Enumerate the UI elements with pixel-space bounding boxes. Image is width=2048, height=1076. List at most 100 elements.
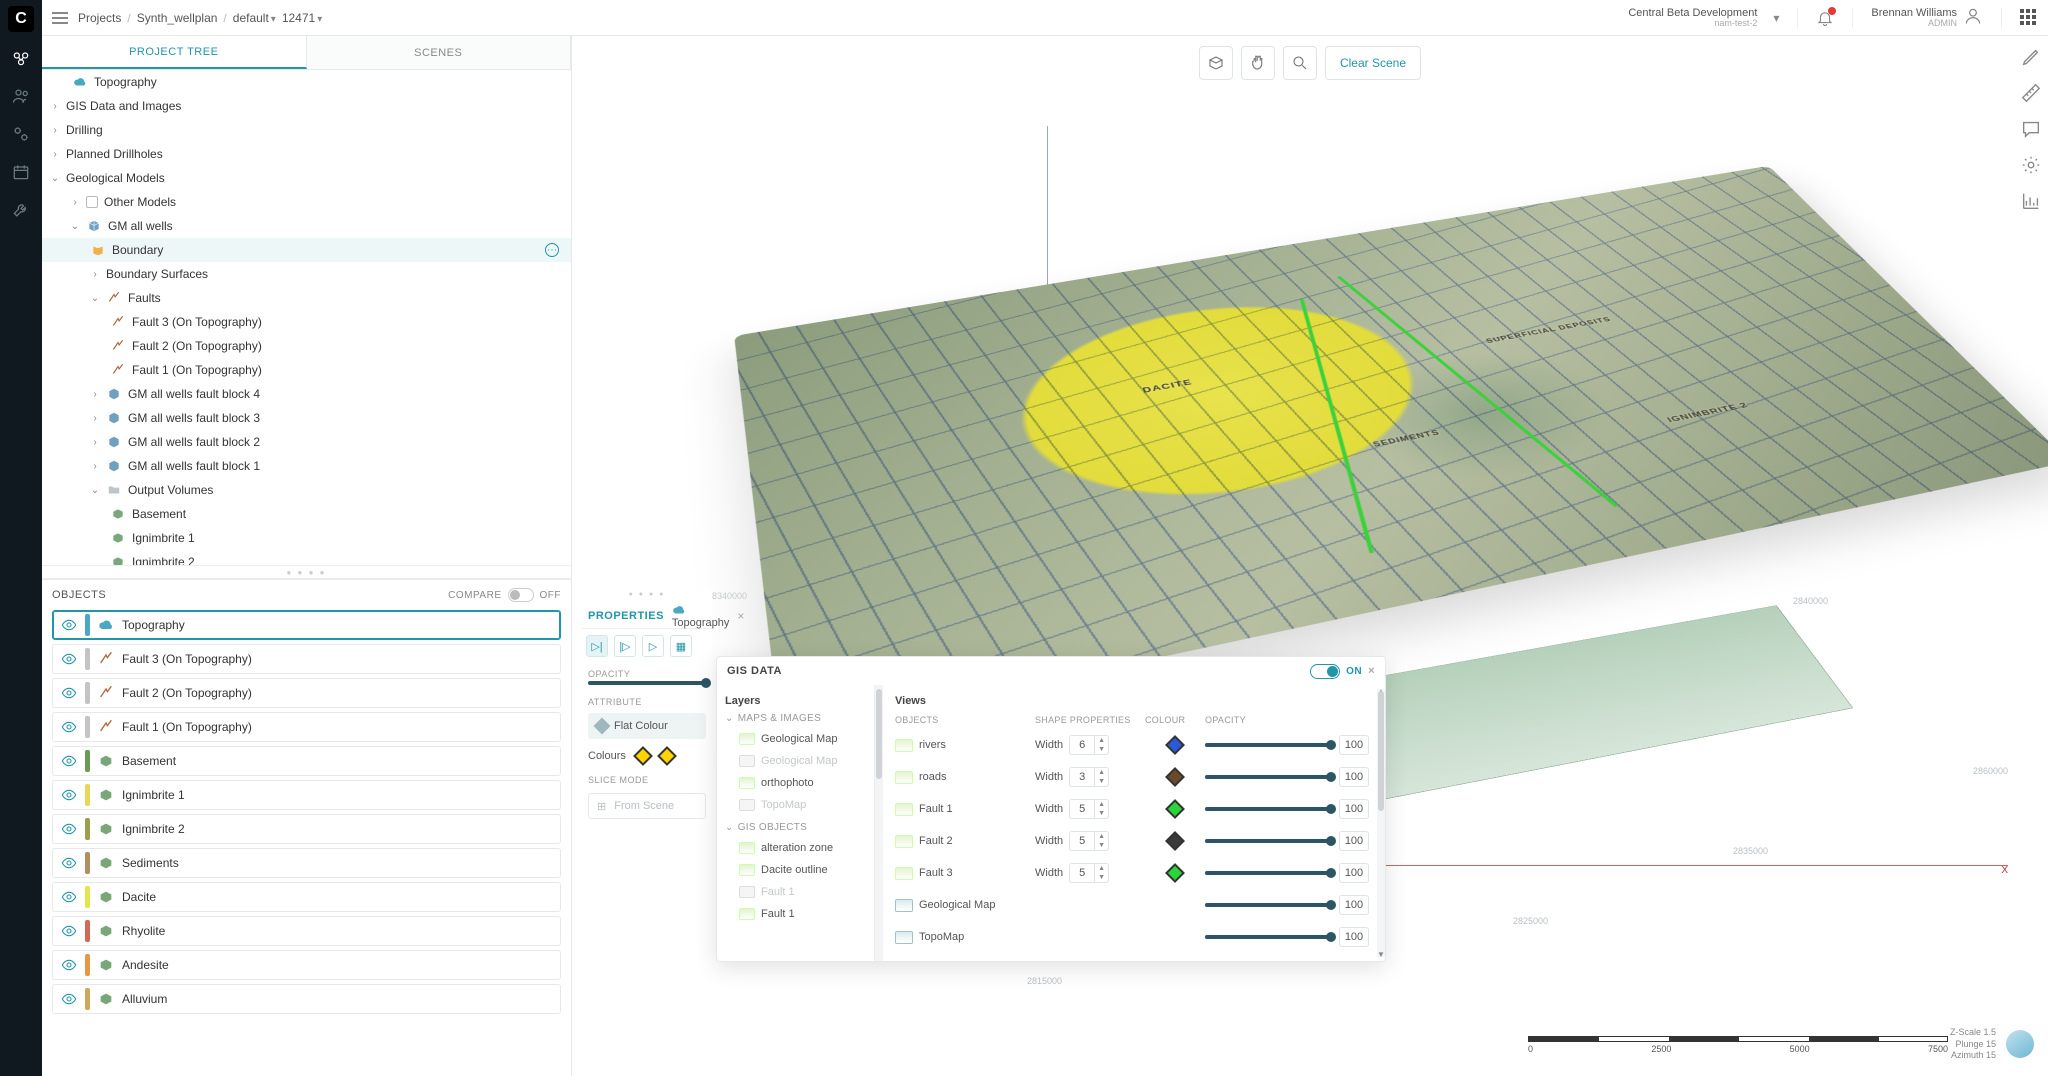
visibility-eye-icon[interactable]	[61, 685, 77, 701]
object-row[interactable]: Basement	[52, 746, 561, 776]
breadcrumb-project[interactable]: Synth_wellplan	[137, 11, 218, 25]
opacity-slider[interactable]	[1205, 743, 1331, 747]
tool-settings-icon[interactable]	[2020, 154, 2042, 176]
tree-drilling[interactable]: ›Drilling	[42, 118, 571, 142]
view-search-icon[interactable]	[1283, 46, 1317, 80]
width-spinner[interactable]: 5▲▼	[1069, 863, 1109, 883]
visibility-eye-icon[interactable]	[61, 617, 77, 633]
tree-fb4[interactable]: ›GM all wells fault block 4	[42, 382, 571, 406]
layers-scrollbar[interactable]	[875, 685, 883, 961]
tree-planned[interactable]: ›Planned Drillholes	[42, 142, 571, 166]
tool-pen-icon[interactable]	[2020, 46, 2042, 68]
tree-fb3[interactable]: ›GM all wells fault block 3	[42, 406, 571, 430]
object-row[interactable]: Fault 2 (On Topography)	[52, 678, 561, 708]
tree-boundary[interactable]: Boundary⋯	[42, 238, 571, 262]
spin-up-icon[interactable]: ▲	[1095, 736, 1108, 745]
width-spinner[interactable]: 3▲▼	[1069, 767, 1109, 787]
nav-project-icon[interactable]	[9, 46, 33, 70]
visibility-eye-icon[interactable]	[61, 991, 77, 1007]
visibility-eye-icon[interactable]	[61, 821, 77, 837]
nav-wrench-icon[interactable]	[9, 198, 33, 222]
spin-down-icon[interactable]: ▼	[1095, 777, 1108, 786]
object-row[interactable]: Ignimbrite 1	[52, 780, 561, 810]
view-pan-icon[interactable]	[1241, 46, 1275, 80]
slice-from-scene-button[interactable]: ⊞From Scene	[588, 793, 706, 819]
layer-item[interactable]: Dacite outline	[725, 859, 870, 881]
colour-swatch[interactable]	[1165, 799, 1185, 819]
tree-item-action-icon[interactable]: ⋯	[545, 243, 559, 257]
opacity-slider[interactable]	[1205, 839, 1331, 843]
spin-up-icon[interactable]: ▲	[1095, 768, 1108, 777]
tree-ign1[interactable]: Ignimbrite 1	[42, 526, 571, 550]
clear-scene-button[interactable]: Clear Scene	[1325, 46, 1421, 80]
visibility-eye-icon[interactable]	[61, 923, 77, 939]
colour-swatch[interactable]	[1165, 767, 1185, 787]
spin-up-icon[interactable]: ▲	[1095, 800, 1108, 809]
opacity-slider[interactable]	[1205, 807, 1331, 811]
layer-item[interactable]: Geological Map	[725, 750, 870, 772]
menu-toggle-icon[interactable]	[52, 12, 68, 24]
opacity-slider[interactable]	[1205, 775, 1331, 779]
nav-people-icon[interactable]	[9, 84, 33, 108]
checkbox[interactable]	[86, 196, 98, 208]
opacity-value[interactable]: 100	[1339, 735, 1369, 755]
panel-resize-handle[interactable]: ● ● ● ●	[42, 565, 571, 579]
nav-calendar-icon[interactable]	[9, 160, 33, 184]
user-menu[interactable]: Brennan Williams ADMIN	[1871, 6, 1983, 29]
tree-fault2[interactable]: Fault 2 (On Topography)	[42, 334, 571, 358]
opacity-value[interactable]: 100	[1339, 799, 1369, 819]
opacity-slider[interactable]	[1205, 871, 1331, 875]
object-row[interactable]: Dacite	[52, 882, 561, 912]
step-icon[interactable]: |▷	[614, 635, 636, 657]
breadcrumb-root[interactable]: Projects	[78, 11, 121, 25]
visibility-eye-icon[interactable]	[61, 957, 77, 973]
breadcrumb-branch[interactable]: default▾	[233, 11, 276, 25]
tree-basement[interactable]: Basement	[42, 502, 571, 526]
opacity-slider[interactable]	[1205, 935, 1331, 939]
visibility-eye-icon[interactable]	[61, 889, 77, 905]
views-scrollbar[interactable]: ▲ ▼	[1377, 689, 1385, 957]
opacity-value[interactable]: 100	[1339, 767, 1369, 787]
tree-fault1[interactable]: Fault 1 (On Topography)	[42, 358, 571, 382]
layer-item[interactable]: Fault 1	[725, 881, 870, 903]
tree-fb2[interactable]: ›GM all wells fault block 2	[42, 430, 571, 454]
gis-on-toggle[interactable]	[1310, 664, 1340, 679]
opacity-slider[interactable]	[582, 681, 712, 691]
tree-outvol[interactable]: ⌄Output Volumes	[42, 478, 571, 502]
layer-item[interactable]: Fault 1	[725, 903, 870, 925]
flat-colour-button[interactable]: Flat Colour	[588, 713, 706, 739]
tree-faults[interactable]: ⌄Faults	[42, 286, 571, 310]
spin-down-icon[interactable]: ▼	[1095, 873, 1108, 882]
project-tree[interactable]: Topography ›GIS Data and Images ›Drillin…	[42, 70, 571, 565]
colour-swatch[interactable]	[657, 746, 677, 766]
spin-down-icon[interactable]: ▼	[1095, 745, 1108, 754]
org-chevron-icon[interactable]: ▾	[1773, 11, 1779, 25]
visibility-eye-icon[interactable]	[61, 855, 77, 871]
panel-drag-handle[interactable]: ● ● ● ●	[582, 591, 712, 603]
object-row[interactable]: Andesite	[52, 950, 561, 980]
tree-topography[interactable]: Topography	[42, 70, 571, 94]
tree-gis[interactable]: ›GIS Data and Images	[42, 94, 571, 118]
visibility-eye-icon[interactable]	[61, 787, 77, 803]
layers-group-maps[interactable]: ⌄MAPS & IMAGES	[725, 713, 870, 724]
tree-ign2[interactable]: Ignimbrite 2	[42, 550, 571, 565]
layer-item[interactable]: TopoMap	[725, 794, 870, 816]
object-row[interactable]: Ignimbrite 2	[52, 814, 561, 844]
opacity-value[interactable]: 100	[1339, 895, 1369, 915]
layer-item[interactable]: Geological Map	[725, 728, 870, 750]
colour-swatch[interactable]	[633, 746, 653, 766]
tree-boundary-surf[interactable]: ›Boundary Surfaces	[42, 262, 571, 286]
spin-down-icon[interactable]: ▼	[1095, 841, 1108, 850]
layer-item[interactable]: alteration zone	[725, 837, 870, 859]
width-spinner[interactable]: 5▲▼	[1069, 831, 1109, 851]
spin-up-icon[interactable]: ▲	[1095, 832, 1108, 841]
width-spinner[interactable]: 6▲▼	[1069, 735, 1109, 755]
nav-settings-icon[interactable]	[9, 122, 33, 146]
tree-geomodels[interactable]: ⌄Geological Models	[42, 166, 571, 190]
layers-group-objects[interactable]: ⌄GIS OBJECTS	[725, 822, 870, 833]
visibility-eye-icon[interactable]	[61, 651, 77, 667]
tool-ruler-icon[interactable]	[2020, 82, 2042, 104]
spin-up-icon[interactable]: ▲	[1095, 864, 1108, 873]
visibility-eye-icon[interactable]	[61, 753, 77, 769]
org-selector[interactable]: Central Beta Development nam-test-2	[1628, 7, 1757, 29]
